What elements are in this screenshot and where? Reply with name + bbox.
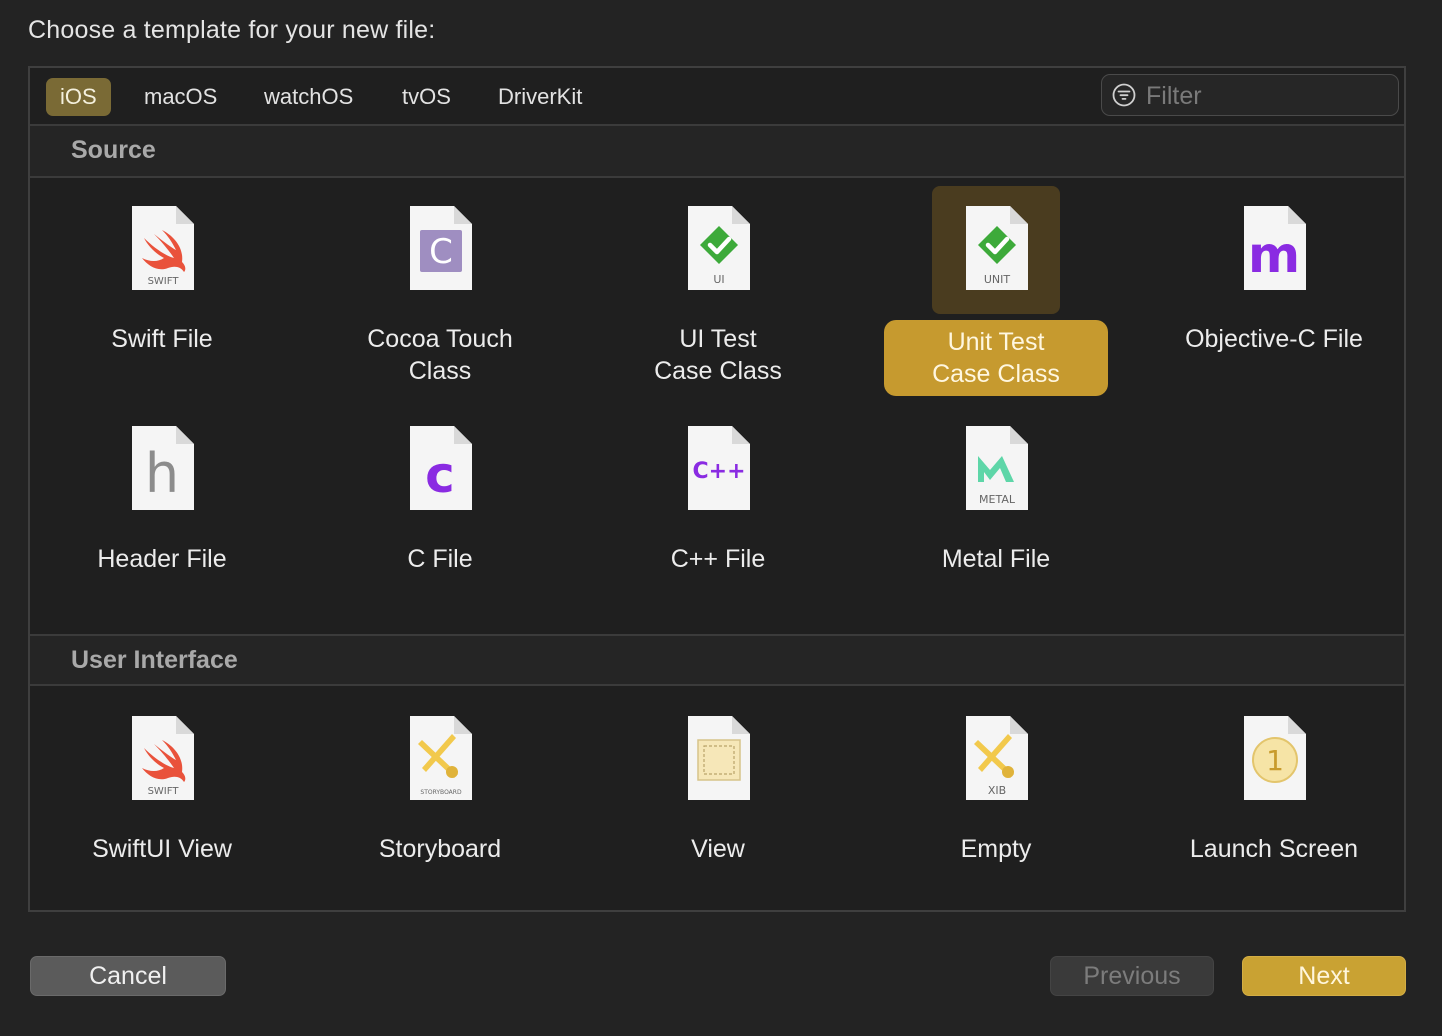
- cancel-button[interactable]: Cancel: [30, 956, 226, 996]
- svg-text:m: m: [1248, 226, 1300, 284]
- empty-xib-icon: XIB: [966, 716, 1028, 800]
- svg-text:XIB: XIB: [988, 784, 1006, 797]
- template-ui-test-case-class[interactable]: UI UI Test Case Class: [593, 186, 843, 386]
- svg-text:1: 1: [1266, 744, 1284, 777]
- template-label: Unit Test Case Class: [884, 320, 1108, 396]
- template-storyboard[interactable]: STORYBOARD Storyboard: [315, 696, 565, 896]
- dialog-heading: Choose a template for your new file:: [28, 16, 436, 44]
- template-label: C++ File: [670, 545, 766, 573]
- template-header-file[interactable]: h Header File: [37, 406, 287, 606]
- metal-file-icon: METAL: [966, 426, 1028, 510]
- template-objective-c-file[interactable]: m Objective-C File: [1149, 186, 1399, 386]
- filter-icon: [1112, 83, 1136, 107]
- svg-text:SWIFT: SWIFT: [148, 276, 180, 287]
- template-label: Swift File: [111, 325, 213, 353]
- template-label: Metal File: [941, 545, 1051, 573]
- template-cpp-file[interactable]: C++ C++ File: [593, 406, 843, 606]
- section-title-source: Source: [71, 136, 156, 164]
- storyboard-icon: STORYBOARD: [410, 716, 472, 800]
- template-empty[interactable]: XIB Empty: [871, 696, 1121, 896]
- template-cocoa-touch-class[interactable]: C Cocoa Touch Class: [315, 186, 565, 386]
- unit-test-case-icon: UNIT: [966, 206, 1028, 290]
- template-label: Cocoa Touch Class: [367, 325, 513, 385]
- next-button[interactable]: Next: [1242, 956, 1406, 996]
- template-label: Header File: [97, 545, 227, 573]
- tab-macos[interactable]: macOS: [130, 78, 231, 116]
- template-label: Launch Screen: [1189, 835, 1359, 863]
- template-launch-screen[interactable]: 1 Launch Screen: [1149, 696, 1399, 896]
- template-label: C File: [407, 545, 473, 573]
- svg-text:METAL: METAL: [979, 493, 1016, 506]
- tab-ios[interactable]: iOS: [46, 78, 111, 116]
- swift-file-icon: SWIFT: [132, 206, 194, 290]
- svg-text:c: c: [425, 446, 455, 504]
- template-label: SwiftUI View: [92, 835, 232, 863]
- template-label: View: [691, 835, 745, 863]
- template-label: UI Test Case Class: [654, 325, 782, 385]
- previous-button[interactable]: Previous: [1050, 956, 1214, 996]
- svg-text:C: C: [429, 232, 453, 272]
- template-panel: iOS macOS watchOS tvOS DriverKit Source …: [28, 66, 1406, 912]
- svg-text:SWIFT: SWIFT: [148, 786, 180, 797]
- template-label: Objective-C File: [1185, 325, 1363, 353]
- ui-test-case-icon: UI: [688, 206, 750, 290]
- template-metal-file[interactable]: METAL Metal File: [871, 406, 1121, 606]
- template-swiftui-view[interactable]: SWIFT SwiftUI View: [37, 696, 287, 896]
- section-title-user-interface: User Interface: [71, 646, 238, 674]
- launch-screen-icon: 1: [1244, 716, 1306, 800]
- filter-field[interactable]: [1101, 74, 1399, 116]
- section-header-user-interface: User Interface: [30, 634, 1404, 686]
- svg-text:UNIT: UNIT: [984, 273, 1011, 286]
- objective-c-file-icon: m: [1244, 206, 1306, 290]
- svg-text:h: h: [145, 442, 179, 505]
- template-unit-test-case-class[interactable]: UNIT Unit Test Case Class: [871, 186, 1121, 396]
- tab-tvos[interactable]: tvOS: [388, 78, 465, 116]
- header-file-icon: h: [132, 426, 194, 510]
- svg-text:C++: C++: [692, 459, 745, 484]
- tab-driverkit[interactable]: DriverKit: [484, 78, 596, 116]
- svg-text:UI: UI: [713, 273, 724, 286]
- template-label: Storyboard: [378, 835, 502, 863]
- view-icon: [688, 716, 750, 800]
- cpp-file-icon: C++: [688, 426, 750, 510]
- c-file-icon: c: [410, 426, 472, 510]
- template-c-file[interactable]: c C File: [315, 406, 565, 606]
- template-label: Empty: [960, 835, 1032, 863]
- section-header-source: Source: [30, 126, 1404, 178]
- tab-watchos[interactable]: watchOS: [250, 78, 367, 116]
- template-view[interactable]: View: [593, 696, 843, 896]
- cocoa-touch-class-icon: C: [410, 206, 472, 290]
- filter-input[interactable]: [1144, 79, 1388, 113]
- platform-tab-bar: iOS macOS watchOS tvOS DriverKit: [30, 68, 1404, 126]
- template-swift-file[interactable]: SWIFT Swift File: [37, 186, 287, 386]
- svg-text:STORYBOARD: STORYBOARD: [420, 789, 462, 796]
- swiftui-view-icon: SWIFT: [132, 716, 194, 800]
